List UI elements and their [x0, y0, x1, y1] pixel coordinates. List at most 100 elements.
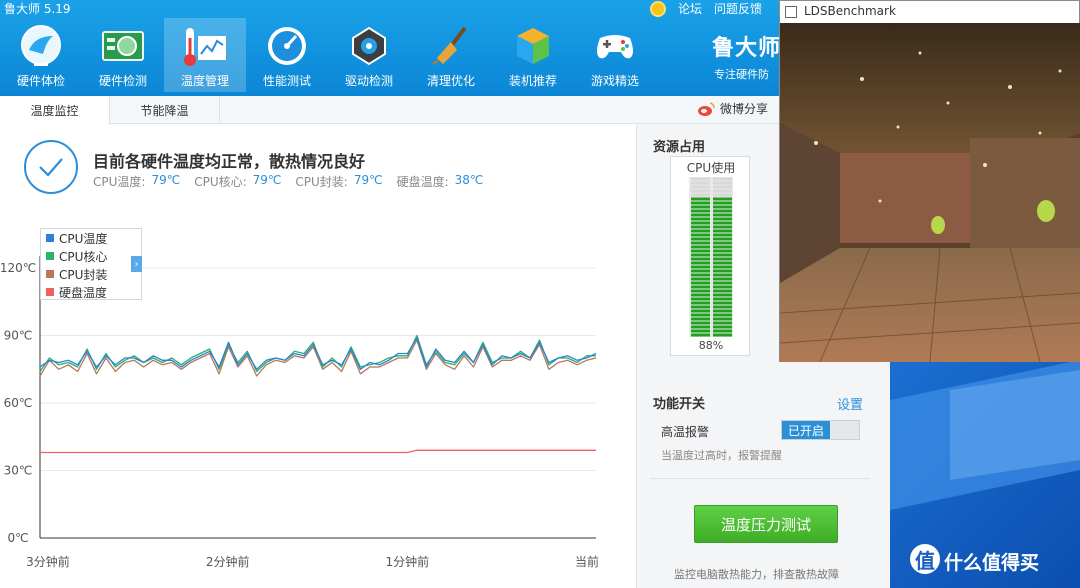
circuit-board-icon — [99, 22, 147, 70]
cpu-usage-segment — [713, 257, 732, 261]
speedometer-icon — [263, 22, 311, 70]
legend-swatch — [46, 288, 54, 296]
cpu-usage-segment — [713, 245, 732, 249]
nav-cleanup[interactable]: 清理优化 — [410, 18, 492, 92]
share-label: 微博分享 — [720, 102, 769, 116]
legend-item[interactable]: 硬盘温度 — [41, 283, 141, 301]
cpu-usage-segment — [691, 293, 710, 297]
driver-gear-icon — [345, 22, 393, 70]
legend-swatch — [46, 234, 54, 242]
x-tick-label: 当前 — [575, 554, 599, 569]
cpu-usage-segment — [713, 297, 732, 301]
cpu-package-value: 79℃ — [353, 173, 383, 187]
nav-hardware-detect[interactable]: 硬件检测 — [82, 18, 164, 92]
benchmark-3d-scene — [780, 23, 1080, 362]
nav-build-recommend[interactable]: 装机推荐 — [492, 18, 574, 92]
benchmark-window[interactable]: LDSBenchmark — [779, 0, 1080, 362]
chart-legend: CPU温度 CPU核心 CPU封装 硬盘温度 — [40, 228, 142, 300]
cpu-usage-segment — [691, 177, 710, 181]
legend-item[interactable]: CPU温度 — [41, 229, 141, 247]
nav-label: 硬件体检 — [16, 74, 65, 88]
monitor-icon — [17, 22, 65, 70]
weibo-icon — [698, 101, 715, 116]
y-tick-label: 90℃ — [4, 329, 33, 343]
cpu-usage-segment — [691, 317, 710, 321]
cpu-usage-segment — [713, 253, 732, 257]
cube-icon — [509, 22, 557, 70]
nav-performance[interactable]: 性能测试 — [246, 18, 328, 92]
main-nav: 硬件体检 硬件检测 温度管理 性能测试 驱动检测 清理优化 装机推荐 游戏精选 — [0, 18, 656, 96]
cpu-temp-label: CPU温度: — [93, 175, 146, 189]
cpu-usage-segment — [713, 225, 732, 229]
cpu-usage-segment — [691, 233, 710, 237]
cpu-usage-segment — [691, 213, 710, 217]
disk-temp-label: 硬盘温度: — [396, 175, 449, 189]
x-tick-label: 1分钟前 — [386, 554, 430, 569]
tab-power-saving[interactable]: 节能降温 — [110, 96, 220, 124]
sub-tabs: 温度监控 节能降温 微博分享 — [0, 96, 890, 125]
legend-label: CPU温度 — [59, 231, 108, 246]
temp-stress-test-button[interactable]: 温度压力测试 — [694, 505, 838, 543]
cpu-usage-segment — [691, 193, 710, 197]
divider — [650, 478, 870, 479]
cpu-usage-segment — [713, 333, 732, 337]
feedback-link[interactable]: 问题反馈 — [714, 0, 762, 17]
cpu-usage-segment — [691, 289, 710, 293]
cpu-usage-segment — [691, 301, 710, 305]
cpu-usage-segment — [713, 181, 732, 185]
cpu-usage-segment — [691, 273, 710, 277]
nav-label: 温度管理 — [180, 74, 229, 88]
nav-temperature[interactable]: 温度管理 — [164, 18, 246, 92]
tab-temp-monitor[interactable]: 温度监控 — [0, 96, 110, 125]
cpu-usage-segment — [691, 281, 710, 285]
legend-label: 硬盘温度 — [59, 285, 108, 300]
x-tick-label: 3分钟前 — [26, 554, 70, 569]
legend-swatch — [46, 252, 54, 260]
cpu-usage-segment — [691, 277, 710, 281]
disk-temp-value: 38℃ — [454, 173, 484, 187]
coin-icon[interactable] — [650, 0, 666, 17]
cpu-usage-bars — [689, 177, 733, 337]
legend-collapse-arrow-icon[interactable]: › — [131, 256, 142, 272]
cpu-usage-segment — [691, 333, 710, 337]
cpu-usage-segment — [691, 297, 710, 301]
cpu-usage-segment — [691, 209, 710, 213]
cpu-usage-segment — [691, 329, 710, 333]
cpu-usage-segment — [713, 205, 732, 209]
gamepad-icon — [591, 22, 639, 70]
weibo-share-button[interactable]: 微博分享 — [696, 100, 768, 117]
cpu-usage-segment — [691, 185, 710, 189]
title-bar: 鲁大师 5.19 论坛 问题反馈 鲁大师 专注硬件防 硬件体检 硬件检测 温度管… — [0, 0, 890, 96]
legend-item[interactable]: CPU核心 — [41, 247, 141, 265]
forum-link[interactable]: 论坛 — [678, 0, 702, 17]
high-temp-alarm-toggle[interactable]: 已开启 — [781, 420, 860, 440]
nav-games[interactable]: 游戏精选 — [574, 18, 656, 92]
cpu-usage-segment — [713, 317, 732, 321]
ldm-window: 鲁大师 5.19 论坛 问题反馈 鲁大师 专注硬件防 硬件体检 硬件检测 温度管… — [0, 0, 890, 588]
nav-driver[interactable]: 驱动检测 — [328, 18, 410, 92]
cpu-usage-segment — [691, 313, 710, 317]
cpu-usage-segment — [713, 313, 732, 317]
cpu-usage-segment — [691, 181, 710, 185]
cpu-usage-segment — [713, 301, 732, 305]
cpu-usage-segment — [713, 305, 732, 309]
cpu-usage-segment — [713, 193, 732, 197]
cpu-usage-segment — [713, 229, 732, 233]
cpu-usage-segment — [713, 321, 732, 325]
cpu-usage-meter: CPU使用 88% — [670, 156, 750, 356]
legend-item[interactable]: CPU封装 — [41, 265, 141, 283]
nav-hardware-checkup[interactable]: 硬件体检 — [0, 18, 82, 92]
nav-label: 性能测试 — [262, 74, 311, 88]
cpu-usage-segment — [713, 309, 732, 313]
nav-label: 游戏精选 — [590, 74, 639, 88]
brand-subtitle: 专注硬件防 — [714, 68, 769, 81]
cpu-usage-segment — [713, 189, 732, 193]
cpu-usage-segment — [691, 321, 710, 325]
y-tick-label: 0℃ — [7, 531, 28, 545]
cpu-usage-segment — [691, 249, 710, 253]
check-icon — [24, 140, 78, 194]
settings-link[interactable]: 设置 — [837, 394, 863, 413]
y-tick-label: 60℃ — [4, 396, 33, 410]
stress-test-description: 监控电脑散热能力，排查散热故障 — [674, 568, 839, 581]
nav-label: 驱动检测 — [344, 74, 393, 88]
